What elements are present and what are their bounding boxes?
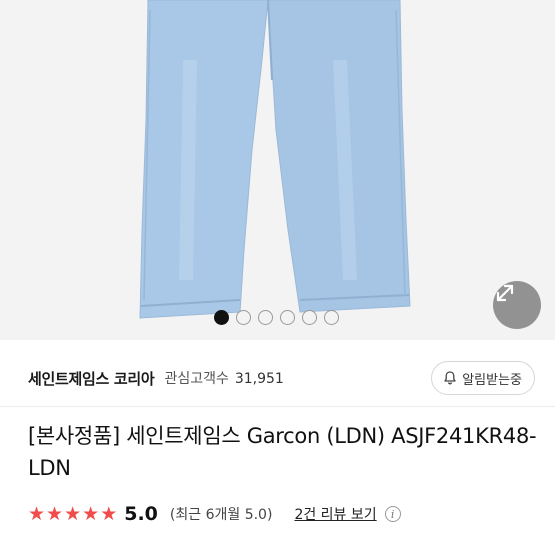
divider: [0, 406, 555, 407]
rating-score: 5.0: [124, 503, 158, 525]
view-reviews-link[interactable]: 2건 리뷰 보기: [294, 504, 376, 524]
star-icon: ★: [28, 502, 46, 525]
followers-label: 관심고객수: [164, 371, 229, 387]
seller-name[interactable]: 세인트제임스 코리아: [28, 368, 155, 389]
carousel-dot[interactable]: [214, 310, 229, 325]
product-title: [본사정품] 세인트제임스 Garcon (LDN) ASJF241KR48-L…: [28, 424, 537, 480]
star-icon: ★: [100, 502, 118, 525]
carousel-dot[interactable]: [324, 310, 339, 325]
info-icon[interactable]: i: [384, 506, 401, 522]
carousel-dot[interactable]: [302, 310, 317, 325]
carousel-dot[interactable]: [236, 310, 251, 325]
carousel-dot[interactable]: [258, 310, 273, 325]
star-icon: ★: [64, 502, 82, 525]
jeans-image: [139, 0, 411, 319]
alert-label: 알림받는중: [462, 372, 522, 388]
rating-row: ★ ★ ★ ★ ★ 5.0 (최근 6개월 5.0) 2건 리뷰 보기 i: [28, 500, 401, 528]
star-icon: ★: [46, 502, 64, 525]
recent-rating: (최근 6개월 5.0): [169, 507, 273, 523]
star-icon: ★: [82, 502, 100, 525]
expand-image-button[interactable]: [493, 281, 541, 329]
bell-icon: [444, 371, 456, 385]
product-image-gallery[interactable]: [0, 0, 555, 340]
carousel-dot[interactable]: [280, 310, 295, 325]
followers-number: 31,951: [234, 371, 284, 387]
seller-row: 세인트제임스 코리아 관심고객수 31,951 알림받는중: [0, 348, 555, 408]
followers-count: 관심고객수 31,951: [164, 368, 283, 388]
alert-subscribe-button[interactable]: 알림받는중: [431, 361, 535, 395]
expand-diagonal-icon: [496, 284, 514, 302]
carousel-dots: [214, 310, 339, 325]
rating-stars: ★ ★ ★ ★ ★: [28, 502, 118, 525]
